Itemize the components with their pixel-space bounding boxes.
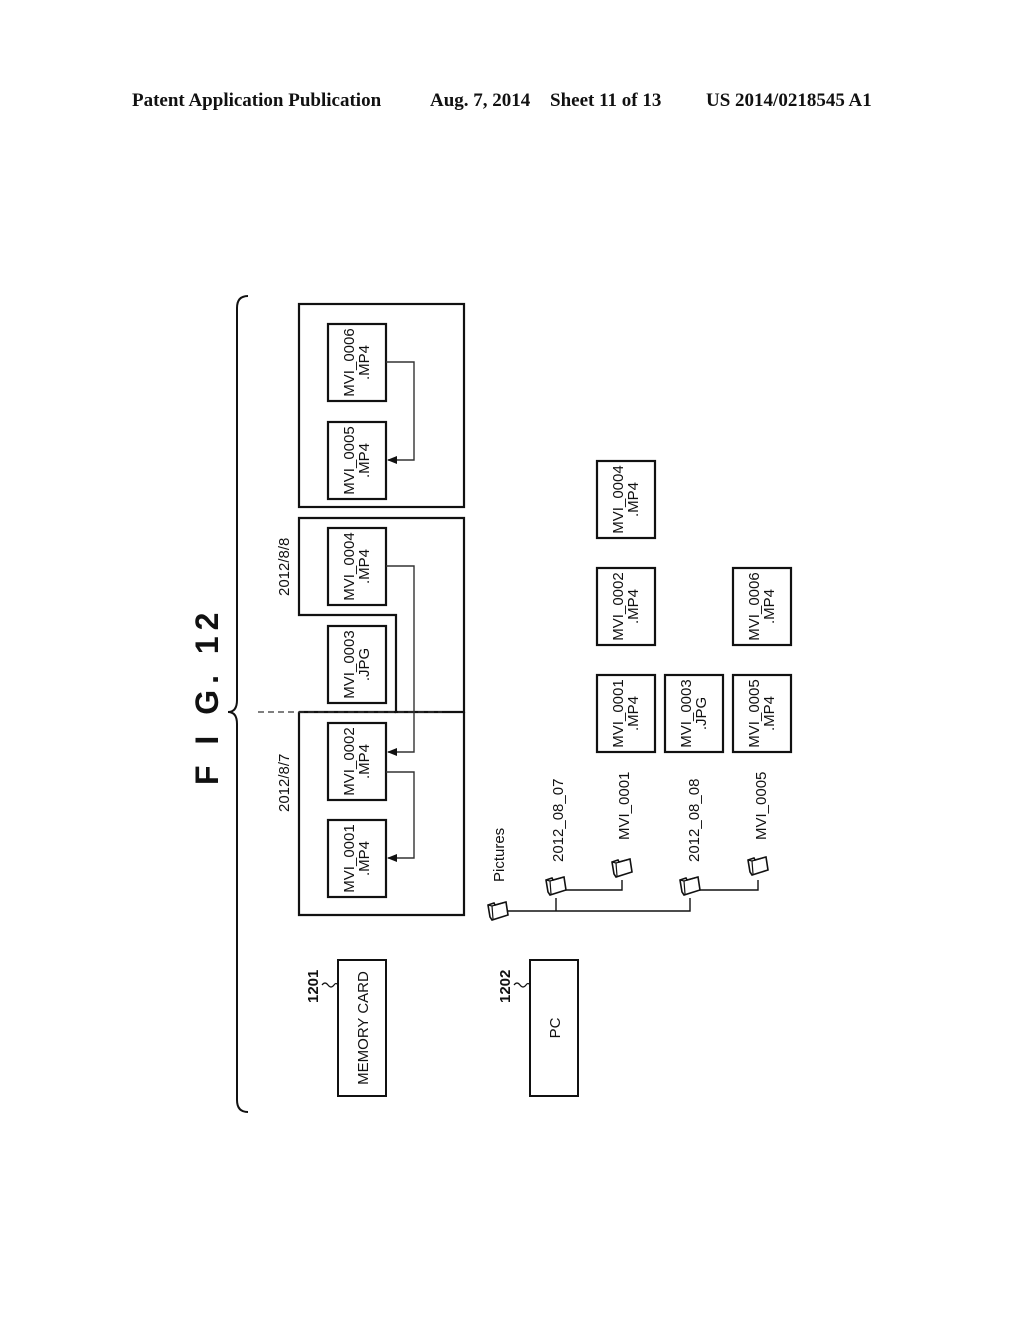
folder-label: 2012_08_07: [550, 779, 567, 862]
tree-connector: [508, 880, 759, 912]
file-extension: .JPG: [356, 648, 373, 681]
file-extension: .MP4: [761, 696, 778, 731]
memory-card-label: MEMORY CARD: [355, 971, 372, 1085]
link-arrow-0004-0002: [386, 565, 415, 756]
file-box[interactable]: MVI_0001.MP4: [595, 673, 657, 754]
file-extension: .MP4: [625, 589, 642, 624]
group-date-label: 2012/8/8: [276, 538, 293, 596]
file-extension: .MP4: [761, 589, 778, 624]
figure-title: F I G. 12: [189, 607, 225, 785]
pc-label: PC: [547, 1017, 564, 1038]
folder-icon[interactable]: [747, 856, 769, 876]
file-extension: .MP4: [356, 841, 373, 876]
file-extension: .MP4: [356, 443, 373, 478]
file-box[interactable]: MVI_0005.MP4: [731, 673, 793, 754]
folder-label: 2012_08_08: [686, 779, 703, 862]
figure-diagram: F I G. 12 2012/8/8 2012/8/7 MVI_0001.MP4…: [189, 295, 793, 1113]
group-date-label: 2012/8/7: [276, 754, 293, 812]
folder-label: MVI_0005: [753, 772, 770, 840]
pc-ref: 1202: [497, 970, 514, 1003]
file-box[interactable]: MVI_0006.MP4: [731, 566, 793, 647]
folder-icon[interactable]: [487, 901, 509, 921]
folder-label-root: Pictures: [491, 828, 508, 882]
file-box[interactable]: MVI_0004.MP4: [326, 526, 388, 607]
file-extension: .MP4: [356, 549, 373, 584]
file-extension: .MP4: [356, 345, 373, 380]
memory-card-ref: 1201: [305, 970, 322, 1003]
file-box[interactable]: MVI_0002.MP4: [326, 721, 388, 802]
link-arrow-0002-0001: [386, 771, 415, 862]
file-extension: .MP4: [356, 744, 373, 779]
file-box[interactable]: MVI_0005.MP4: [326, 420, 388, 501]
link-arrow-0006-0005: [386, 361, 415, 464]
folder-icon[interactable]: [611, 858, 633, 878]
grouping-brace: [227, 295, 249, 1113]
file-extension: .JPG: [693, 697, 710, 730]
ref-leader-1201: [321, 982, 339, 988]
file-box[interactable]: MVI_0004.MP4: [595, 459, 657, 540]
folder-icon[interactable]: [679, 876, 701, 896]
file-extension: .MP4: [625, 696, 642, 731]
file-box[interactable]: MVI_0002.MP4: [595, 566, 657, 647]
file-box[interactable]: MVI_0006.MP4: [326, 322, 388, 403]
file-extension: .MP4: [625, 482, 642, 517]
file-box[interactable]: MVI_0001.MP4: [326, 818, 388, 899]
folder-icon[interactable]: [545, 876, 567, 896]
ref-leader-1202: [513, 982, 531, 988]
file-box[interactable]: MVI_0003.JPG: [663, 673, 725, 754]
file-box[interactable]: MVI_0003.JPG: [326, 624, 388, 705]
folder-label: MVI_0001: [616, 772, 633, 840]
